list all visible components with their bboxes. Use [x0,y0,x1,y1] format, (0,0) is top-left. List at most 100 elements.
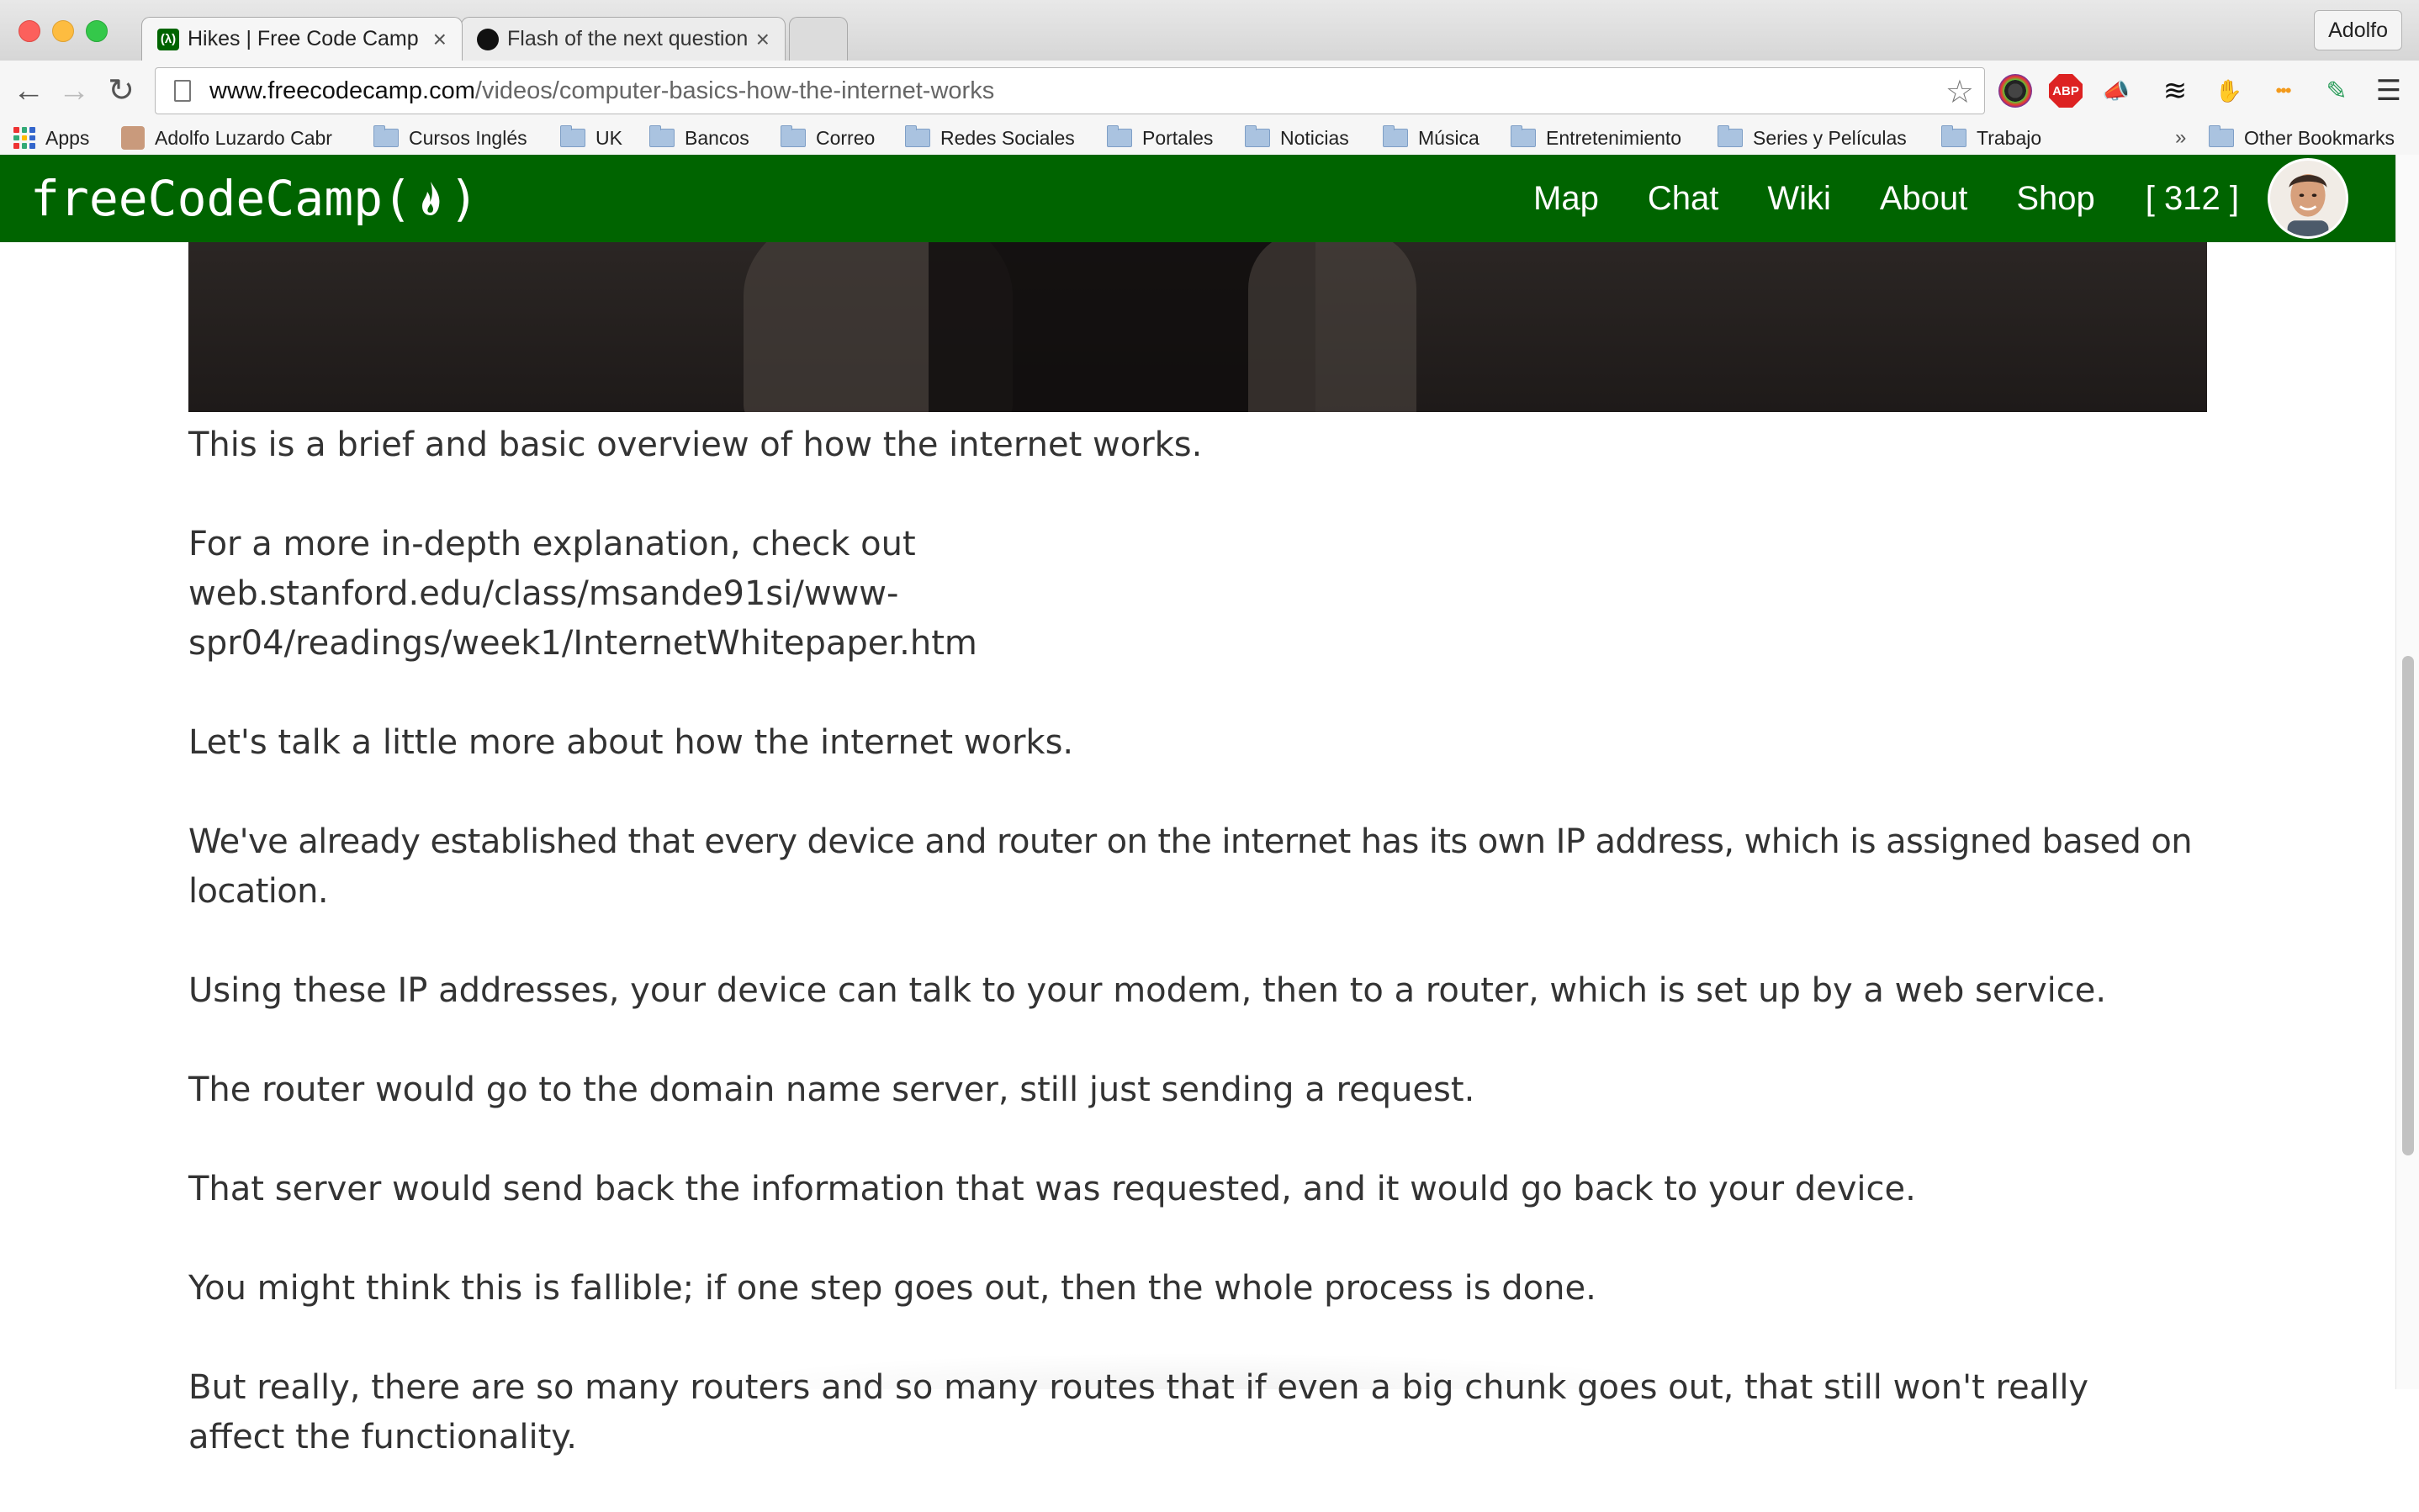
freecodecamp-favicon-icon: (λ) [157,28,179,50]
url-path: /videos/computer-basics-how-the-internet… [474,77,995,104]
bookmark-folder[interactable]: Trabajo [1941,121,2041,155]
menu-icon[interactable]: ☰ [2372,74,2406,108]
address-bar[interactable]: www.freecodecamp.com/videos/computer-bas… [155,67,1985,114]
folder-icon [1245,125,1270,147]
folder-icon [1107,125,1132,147]
bookmarks-overflow-chevron[interactable]: » [2175,121,2186,155]
close-window-button[interactable] [19,20,40,42]
back-arrow-icon[interactable]: ← [10,72,47,109]
logo-text: freeCodeCamp( [30,170,412,227]
page-icon [174,80,191,102]
folder-icon [1941,125,1966,147]
scrollbar-thumb[interactable] [2402,656,2414,1155]
paragraph: We've already established that every dev… [188,822,2193,911]
bookmark-label: Bancos [685,126,749,149]
bookmark-label: Redes Sociales [940,126,1075,149]
reload-icon[interactable]: ↻ [103,72,140,109]
bookmark-folder[interactable]: Redes Sociales [905,121,1075,155]
nav-link-about[interactable]: About [1880,180,1968,218]
bookmark-folder[interactable]: Cursos Inglés [373,121,527,155]
bookmark-label: UK [595,126,622,149]
nav-link-map[interactable]: Map [1533,180,1599,218]
hand-extension-icon[interactable]: ✋ [2212,74,2246,108]
bookmark-folder[interactable]: Series y Películas [1718,121,1907,155]
flame-icon [421,182,440,215]
megaphone-extension-icon[interactable]: 📣 [2099,74,2133,108]
user-avatar[interactable] [2268,158,2348,239]
bookmark-other[interactable]: Other Bookmarks [2209,121,2395,155]
bookmark-label: Noticias [1280,126,1349,149]
folder-icon [1718,125,1743,147]
color-picker-extension-icon[interactable] [1998,74,2032,108]
bookmark-label: Música [1418,126,1479,149]
dots-extension-icon[interactable]: ••• [2266,74,2300,108]
browser-toolbar: ← → ↻ www.freecodecamp.com/videos/comput… [0,61,2419,122]
bookmark-label: Trabajo [1977,126,2042,149]
adblock-extension-icon[interactable]: ABP [2049,74,2083,108]
new-tab-button[interactable] [789,17,848,61]
video-frame-shape [1248,242,1416,412]
folder-icon [649,125,675,147]
bookmark-apps[interactable]: Apps [13,121,89,155]
tab-github[interactable]: Flash of the next question a × [461,17,786,61]
folder-icon [560,125,585,147]
user-portrait-icon [2270,161,2346,236]
nav-link-chat[interactable]: Chat [1648,180,1719,218]
paragraph: Let's talk a little more about how the i… [188,723,1074,762]
apps-grid-icon [13,127,35,149]
pen-extension-icon[interactable]: ✎ [2320,74,2353,108]
bookmark-folder[interactable]: Portales [1107,121,1213,155]
freecodecamp-logo[interactable]: freeCodeCamp( ) [30,170,479,227]
bookmark-star-icon[interactable]: ☆ [1945,73,1974,111]
folder-icon [2209,125,2234,147]
logo-text: ) [448,170,479,227]
github-favicon-icon [477,28,499,50]
folder-icon [1383,125,1408,147]
article-body: This is a brief and basic overview of ho… [188,420,2207,1512]
buffer-extension-icon[interactable]: ≋ [2158,74,2192,108]
paragraph: Using these IP addresses, your device ca… [188,971,2107,1010]
tab-close-icon[interactable]: × [756,26,770,53]
bookmarks-bar: Apps Adolfo Luzardo Cabr Cursos Inglés U… [0,121,2419,156]
nav-link-wiki[interactable]: Wiki [1767,180,1831,218]
bookmark-folder[interactable]: Música [1383,121,1479,155]
folder-icon [905,125,930,147]
site-navbar: freeCodeCamp( ) Map Chat Wiki About Shop… [0,155,2395,242]
profile-button[interactable]: Adolfo [2314,10,2402,50]
bookmark-folder[interactable]: Correo [781,121,875,155]
folder-icon [373,125,399,147]
bookmark-label: Adolfo Luzardo Cabr [155,126,332,149]
paragraph: That server would send back the informat… [188,1170,1916,1208]
bookmark-label: Other Bookmarks [2244,126,2395,149]
bottom-shadow [690,1352,1699,1389]
minimize-window-button[interactable] [52,20,74,42]
bookmark-profile[interactable]: Adolfo Luzardo Cabr [121,121,350,155]
bookmark-label: Series y Películas [1753,126,1907,149]
nav-link-shop[interactable]: Shop [2016,180,2094,218]
folder-icon [781,125,806,147]
bookmark-label: Entretenimiento [1546,126,1682,149]
bookmark-folder[interactable]: Bancos [649,121,749,155]
tab-close-icon[interactable]: × [433,26,447,53]
bookmark-folder[interactable]: UK [560,121,622,155]
bookmark-folder[interactable]: Noticias [1245,121,1349,155]
tab-title: Flash of the next question a [507,27,748,50]
bookmark-folder[interactable]: Entretenimiento [1511,121,1681,155]
bookmark-label: Apps [45,126,90,149]
url-host: www.freecodecamp.com [209,77,475,104]
browser-tab-strip: (λ) Hikes | Free Code Camp × Flash of th… [0,0,2419,61]
tab-hikes[interactable]: (λ) Hikes | Free Code Camp × [141,17,463,61]
bookmark-label: Correo [816,126,876,149]
folder-icon [1511,125,1536,147]
points-counter[interactable]: [ 312 ] [2146,180,2239,218]
avatar-icon [121,126,145,150]
paragraph: For a more in-depth explanation, check o… [188,525,977,663]
paragraph: The router would go to the domain name s… [188,1071,1475,1109]
forward-arrow-icon[interactable]: → [56,72,93,109]
maximize-window-button[interactable] [86,20,108,42]
bookmark-label: Cursos Inglés [409,126,527,149]
bookmark-label: Portales [1142,126,1214,149]
video-player[interactable] [188,242,2207,412]
tab-title: Hikes | Free Code Camp [188,27,419,50]
paragraph: This is a brief and basic overview of ho… [188,426,1203,464]
